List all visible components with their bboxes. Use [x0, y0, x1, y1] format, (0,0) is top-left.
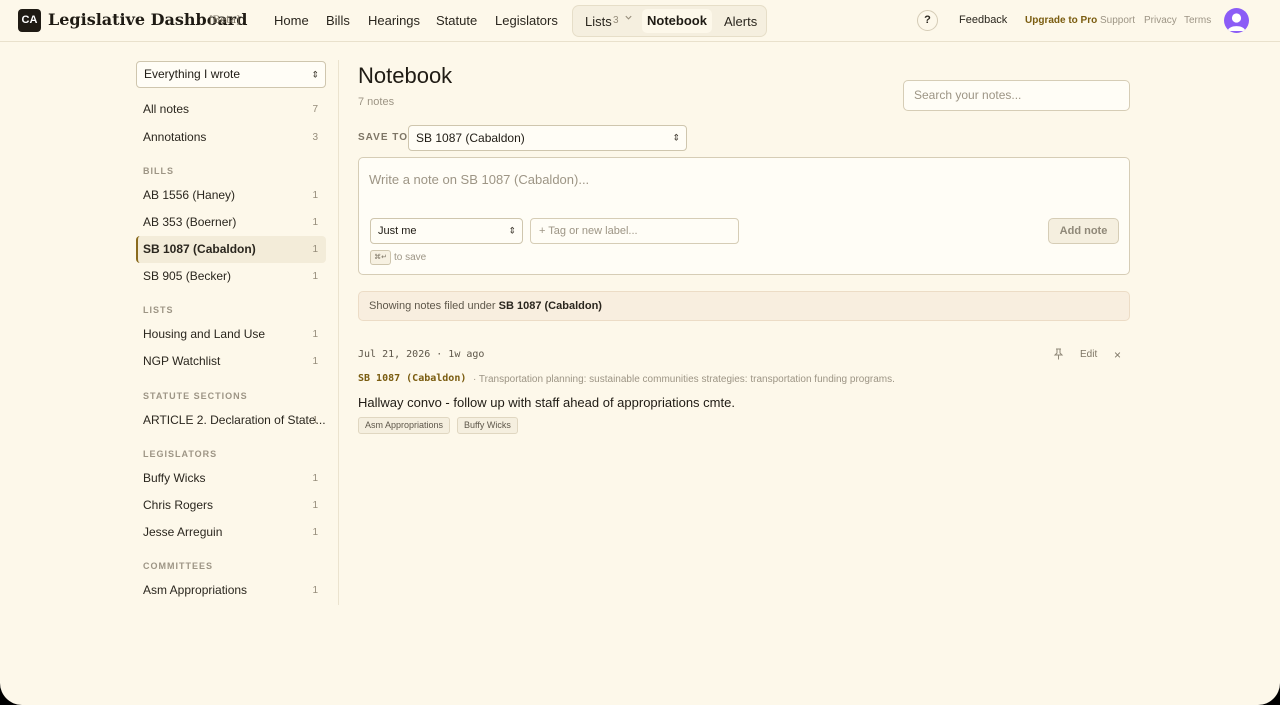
- nav-legislators[interactable]: Legislators: [495, 13, 558, 28]
- sidebar-item-count: 1: [312, 415, 318, 426]
- sidebar-item-statute[interactable]: ARTICLE 2. Declaration of State... 1: [136, 407, 326, 434]
- nav-alerts[interactable]: Alerts: [724, 14, 757, 29]
- help-button[interactable]: ?: [917, 10, 938, 31]
- sidebar-item-label: AB 353 (Boerner): [143, 215, 237, 229]
- visibility-select[interactable]: Just me ⇕: [370, 218, 523, 244]
- sidebar-item-count: 7: [312, 104, 318, 115]
- user-icon: [1227, 13, 1246, 31]
- sidebar-item-legislator[interactable]: Chris Rogers 1: [136, 492, 326, 519]
- sidebar-item-all-notes[interactable]: All notes 7: [136, 96, 326, 123]
- save-to-select[interactable]: SB 1087 (Cabaldon) ⇕: [408, 125, 687, 151]
- lists-count-badge: 3: [613, 15, 619, 26]
- sidebar-item-count: 1: [312, 585, 318, 596]
- sidebar-item-count: 1: [312, 500, 318, 511]
- upgrade-link[interactable]: Upgrade to Pro: [1025, 15, 1097, 26]
- sidebar-item-bill-active[interactable]: SB 1087 (Cabaldon) 1: [136, 236, 326, 263]
- sort-chevron-icon: ⇕: [508, 225, 516, 236]
- sidebar-item-count: 1: [312, 217, 318, 228]
- note-bill-description: · Transportation planning: sustainable c…: [473, 374, 895, 385]
- shortcut-hint: to save: [394, 252, 427, 263]
- filter-banner: Showing notes filed under SB 1087 (Cabal…: [358, 291, 1130, 321]
- nav-statute[interactable]: Statute: [436, 13, 477, 28]
- note-textarea[interactable]: Write a note on SB 1087 (Cabaldon)...: [369, 172, 589, 187]
- note-timestamp: Jul 21, 2026 · 1w ago: [358, 349, 485, 360]
- chevron-down-icon[interactable]: [624, 13, 633, 25]
- sidebar-item-count: 1: [312, 190, 318, 201]
- sidebar-item-label: SB 905 (Becker): [143, 269, 232, 283]
- sidebar-item-count: 1: [312, 356, 318, 367]
- sort-chevron-icon: ⇕: [672, 132, 680, 143]
- sidebar-item-count: 1: [312, 244, 318, 255]
- visibility-select-value: Just me: [378, 225, 417, 237]
- nav-hearings[interactable]: Hearings: [368, 13, 420, 28]
- sidebar-item-label: Chris Rogers: [143, 498, 214, 512]
- note-tag[interactable]: Asm Appropriations: [358, 417, 451, 434]
- filter-select[interactable]: Everything I wrote ⇕: [136, 61, 326, 88]
- sidebar-item-count: 1: [312, 271, 318, 282]
- sidebar-item-list[interactable]: Housing and Land Use 1: [136, 321, 326, 348]
- edit-button[interactable]: Edit: [1080, 349, 1097, 360]
- avatar[interactable]: [1224, 8, 1249, 33]
- sidebar-item-label: Housing and Land Use: [143, 327, 266, 341]
- save-to-select-value: SB 1087 (Cabaldon): [416, 131, 525, 145]
- app-window: CA Legislative Dashboard [Beta] Home Bil…: [0, 0, 1280, 705]
- sidebar-item-list[interactable]: NGP Watchlist 1: [136, 348, 326, 375]
- section-heading-bills: BILLS: [143, 166, 174, 176]
- sidebar-item-label: NGP Watchlist: [143, 354, 221, 368]
- page-title: Notebook: [358, 63, 453, 88]
- sidebar-item-legislator[interactable]: Buffy Wicks 1: [136, 465, 326, 492]
- section-heading-legislators: LEGISLATORS: [143, 449, 218, 459]
- logo-badge[interactable]: CA: [18, 9, 41, 32]
- sidebar-item-label: AB 1556 (Haney): [143, 188, 236, 202]
- note-count: 7 notes: [358, 96, 395, 108]
- note-body: Hallway convo - follow up with staff ahe…: [358, 395, 735, 410]
- note-bill-link[interactable]: SB 1087 (Cabaldon): [358, 373, 466, 384]
- sidebar-item-bill[interactable]: SB 905 (Becker) 1: [136, 263, 326, 290]
- nav-lists[interactable]: Lists: [585, 14, 612, 29]
- support-link[interactable]: Support: [1100, 15, 1135, 26]
- close-icon[interactable]: ×: [1114, 348, 1121, 362]
- sidebar-item-label: ARTICLE 2. Declaration of State...: [143, 413, 326, 427]
- beta-badge: [Beta]: [209, 15, 241, 26]
- sidebar-divider: [338, 60, 339, 605]
- sidebar-item-label: Annotations: [143, 130, 207, 144]
- sidebar-item-bill[interactable]: AB 1556 (Haney) 1: [136, 182, 326, 209]
- sort-chevron-icon: ⇕: [311, 69, 319, 79]
- nav-home[interactable]: Home: [274, 13, 309, 28]
- filter-select-value: Everything I wrote: [144, 67, 241, 81]
- section-heading-lists: LISTS: [143, 305, 174, 315]
- sidebar-item-committee[interactable]: Asm Appropriations 1: [136, 577, 326, 604]
- filter-banner-target: SB 1087 (Cabaldon): [498, 300, 602, 312]
- sidebar-item-legislator[interactable]: Jesse Arreguin 1: [136, 519, 326, 546]
- nav-group: Lists 3 Notebook Alerts: [572, 5, 767, 37]
- sidebar-item-count: 1: [312, 329, 318, 340]
- tag-input[interactable]: + Tag or new label...: [530, 218, 739, 244]
- keyboard-shortcut-icon: ⌘↵: [370, 250, 391, 265]
- sidebar-item-annotations[interactable]: Annotations 3: [136, 124, 326, 151]
- save-to-label: SAVE TO: [358, 132, 408, 143]
- terms-link[interactable]: Terms: [1184, 15, 1211, 26]
- note-composer[interactable]: Write a note on SB 1087 (Cabaldon)... Ju…: [358, 157, 1130, 275]
- sidebar-item-count: 1: [312, 473, 318, 484]
- section-heading-committees: COMMITTEES: [143, 561, 213, 571]
- sidebar-item-label: Jesse Arreguin: [143, 525, 223, 539]
- sidebar-item-label: SB 1087 (Cabaldon): [143, 242, 256, 256]
- privacy-link[interactable]: Privacy: [1144, 15, 1177, 26]
- sidebar-item-count: 1: [312, 527, 318, 538]
- sidebar-item-bill[interactable]: AB 353 (Boerner) 1: [136, 209, 326, 236]
- add-note-button[interactable]: Add note: [1048, 218, 1119, 244]
- section-heading-statute: STATUTE SECTIONS: [143, 391, 248, 401]
- feedback-link[interactable]: Feedback: [959, 14, 1007, 26]
- pin-icon[interactable]: [1053, 348, 1064, 363]
- top-nav: CA Legislative Dashboard [Beta] Home Bil…: [0, 0, 1280, 42]
- filter-banner-prefix: Showing notes filed under: [369, 300, 499, 312]
- sidebar-item-label: Buffy Wicks: [143, 471, 206, 485]
- note-tag[interactable]: Buffy Wicks: [457, 417, 518, 434]
- sidebar-item-label: Asm Appropriations: [143, 583, 248, 597]
- nav-notebook-active[interactable]: Notebook: [642, 9, 712, 33]
- nav-bills[interactable]: Bills: [326, 13, 350, 28]
- sidebar-item-label: All notes: [143, 102, 190, 116]
- search-input[interactable]: Search your notes...: [903, 80, 1130, 111]
- sidebar-item-count: 3: [312, 132, 318, 143]
